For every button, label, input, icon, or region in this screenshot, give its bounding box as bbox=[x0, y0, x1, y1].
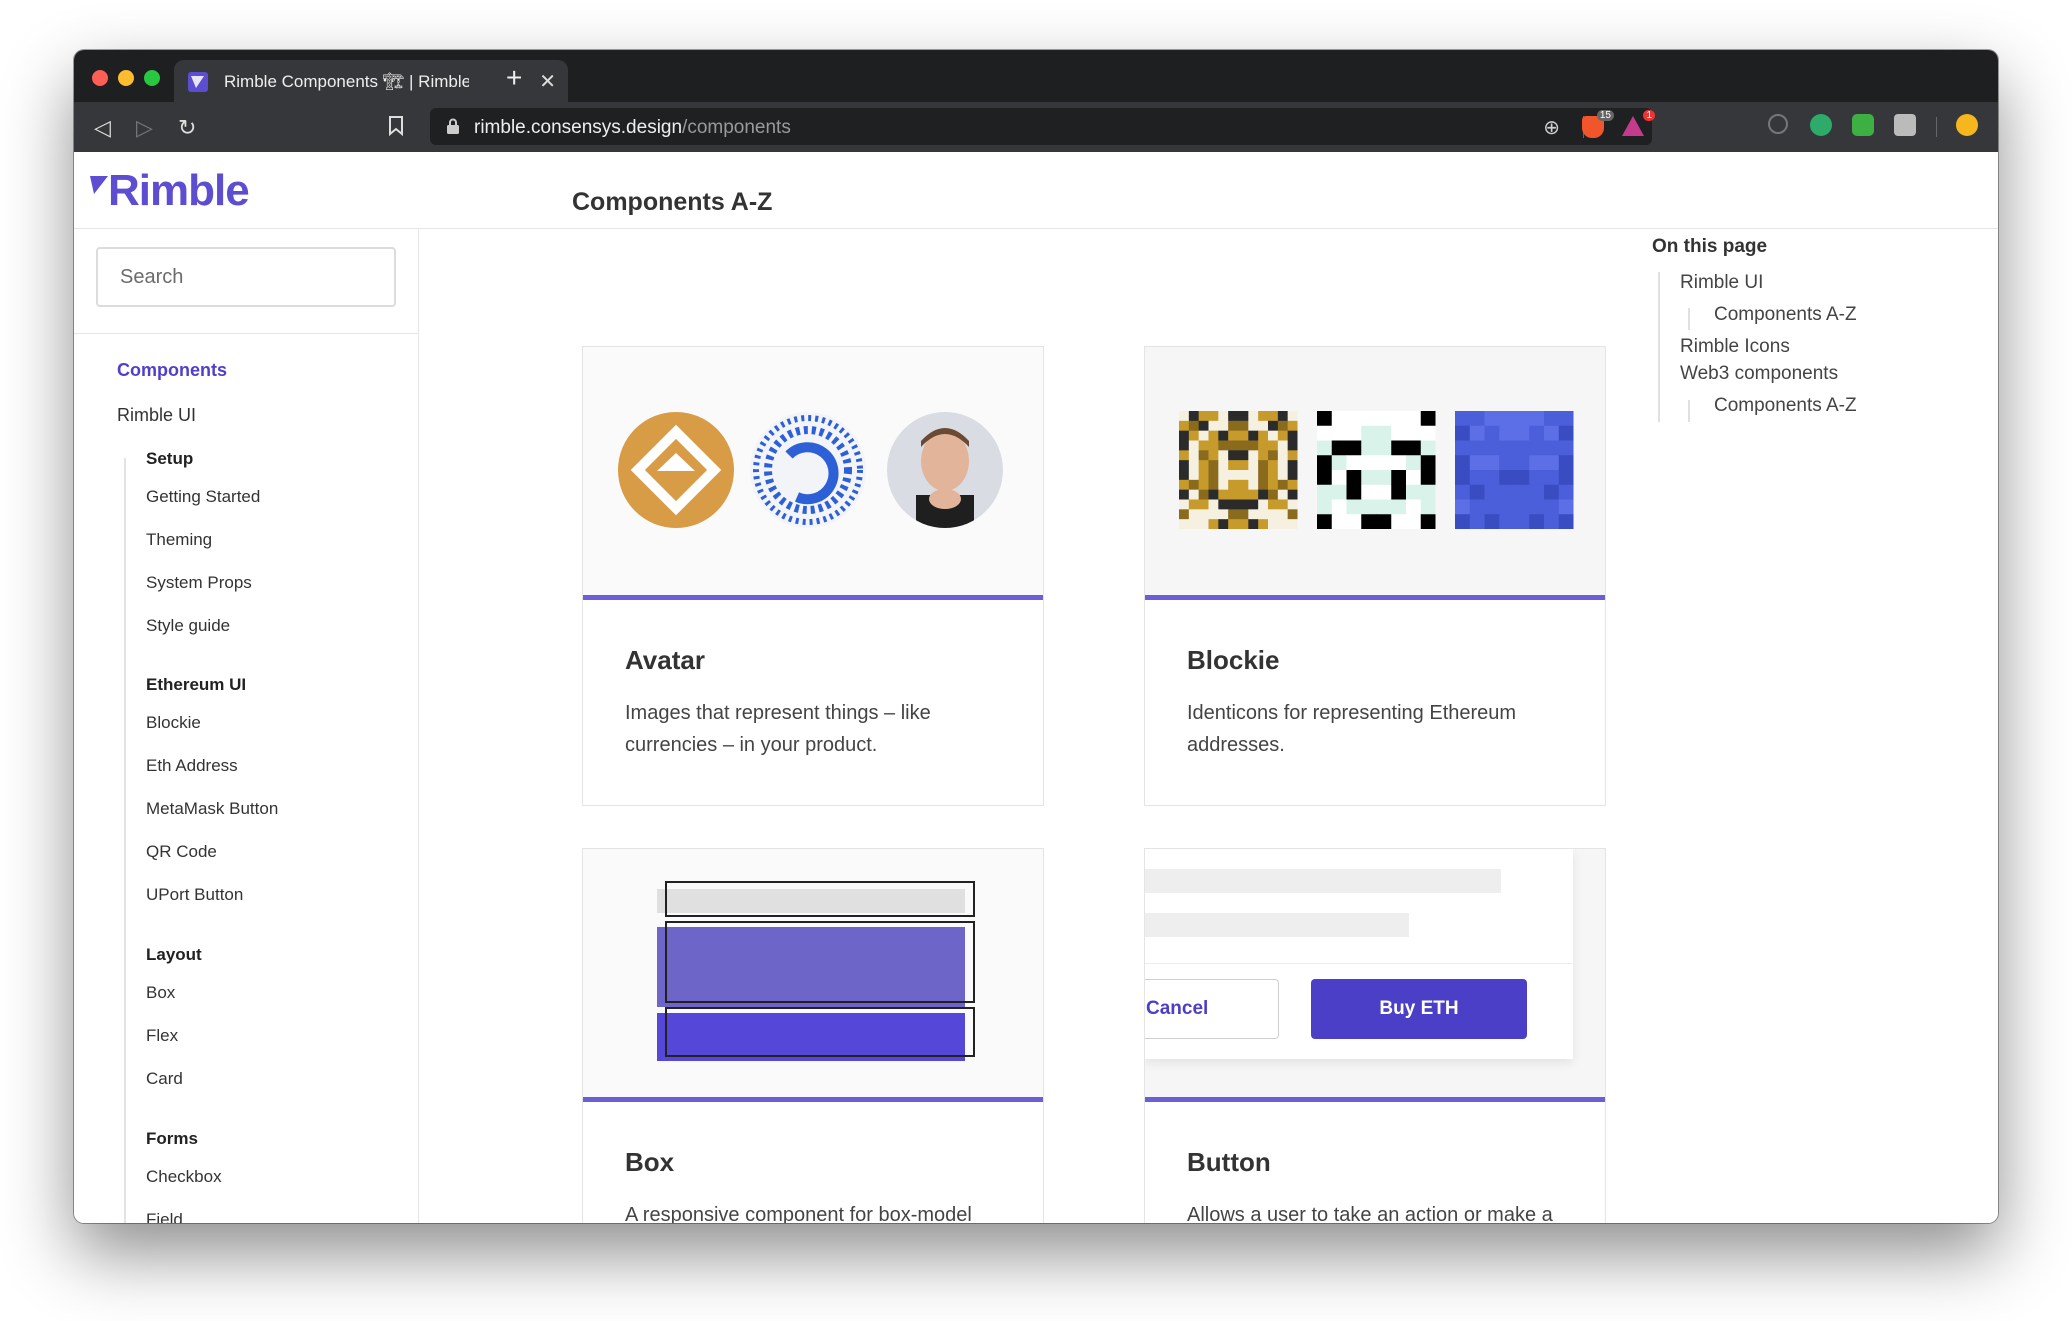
toc-rule bbox=[1658, 272, 1660, 422]
add-bookmark-icon[interactable]: ⊕ bbox=[1543, 115, 1560, 140]
tab-bar: Rimble Components 🏗 | Rimble ✕ + bbox=[74, 50, 1998, 102]
bookmark-icon[interactable] bbox=[388, 116, 404, 136]
sidebar-item-components[interactable]: Components bbox=[117, 360, 227, 381]
search-box[interactable] bbox=[96, 247, 396, 307]
rimble-logo[interactable]: Rimble bbox=[90, 166, 250, 216]
sidebar-item-eth-address[interactable]: Eth Address bbox=[146, 756, 238, 776]
close-tab-icon[interactable]: ✕ bbox=[539, 69, 556, 94]
cancel-button[interactable]: Cancel bbox=[1145, 979, 1279, 1039]
profile-avatar-icon[interactable] bbox=[1956, 114, 1978, 136]
brave-rewards-icon[interactable]: 1 bbox=[1622, 110, 1655, 136]
sidebar-item-blockie[interactable]: Blockie bbox=[146, 713, 201, 733]
button-preview: Cancel Buy ETH bbox=[1145, 849, 1605, 1102]
extension-dollar-icon[interactable] bbox=[1852, 114, 1874, 136]
extension-green-icon[interactable] bbox=[1810, 114, 1832, 136]
avatar-preview bbox=[583, 347, 1043, 600]
sidebar-item-qr-code[interactable]: QR Code bbox=[146, 842, 217, 862]
blockie-preview bbox=[1145, 347, 1605, 600]
toc-item-web3-components[interactable]: Web3 components bbox=[1680, 363, 1838, 385]
sidebar-heading-ethereum-ui: Ethereum UI bbox=[146, 675, 247, 694]
sidebar-item-flex[interactable]: Flex bbox=[146, 1026, 178, 1046]
browser-toolbar: ◁ ▷ ↻ rimble.consensys.design/components… bbox=[74, 102, 1998, 152]
component-card-avatar[interactable]: Avatar Images that represent things – li… bbox=[582, 346, 1044, 806]
card-title: Blockie bbox=[1187, 645, 1280, 675]
sidebar-divider bbox=[74, 333, 418, 334]
extension-info-icon[interactable] bbox=[1768, 114, 1788, 134]
avatar-spiral-icon bbox=[750, 412, 866, 528]
toc-title: On this page bbox=[1652, 236, 1768, 257]
logo-mark-icon bbox=[90, 176, 108, 194]
close-window-button[interactable] bbox=[92, 70, 108, 86]
forward-icon[interactable]: ▷ bbox=[136, 115, 153, 141]
placeholder-line bbox=[1145, 869, 1501, 893]
toc-rule bbox=[1688, 400, 1690, 422]
lock-icon bbox=[447, 118, 459, 134]
reload-icon[interactable]: ↻ bbox=[178, 115, 196, 141]
toc-item-components-a-z[interactable]: Components A-Z bbox=[1714, 304, 1857, 326]
sidebar-heading-forms: Forms bbox=[146, 1129, 198, 1148]
sidebar-item-checkbox[interactable]: Checkbox bbox=[146, 1167, 222, 1187]
box-outline bbox=[665, 1007, 975, 1057]
component-card-blockie[interactable]: Blockie Identicons for representing Ethe… bbox=[1144, 346, 1606, 806]
toc-item-rimble-icons[interactable]: Rimble Icons bbox=[1680, 336, 1790, 358]
blockie-icons bbox=[1179, 411, 1574, 529]
sidebar-item-field[interactable]: Field bbox=[146, 1210, 183, 1223]
sidebar-tree-line bbox=[124, 458, 126, 1223]
tab-title: Rimble Components 🏗 | Rimble bbox=[224, 72, 469, 91]
card-description: Images that represent things – like curr… bbox=[625, 702, 931, 756]
sidebar: Components Rimble UI Setup Getting Start… bbox=[74, 229, 419, 1223]
rimble-favicon-icon bbox=[188, 72, 208, 92]
box-outline bbox=[665, 921, 975, 1003]
toc-item-components-a-z-2[interactable]: Components A-Z bbox=[1714, 395, 1857, 417]
sidebar-item-system-props[interactable]: System Props bbox=[146, 573, 252, 593]
placeholder-line bbox=[1145, 913, 1409, 937]
search-input[interactable] bbox=[118, 249, 382, 305]
page-title: Components A-Z bbox=[572, 188, 773, 216]
url-text: rimble.consensys.design/components bbox=[474, 117, 791, 138]
new-tab-icon[interactable]: + bbox=[506, 62, 522, 94]
minimize-window-button[interactable] bbox=[118, 70, 134, 86]
sidebar-heading-layout: Layout bbox=[146, 945, 202, 964]
toc-rule bbox=[1688, 308, 1690, 330]
toc-item-rimble-ui[interactable]: Rimble UI bbox=[1680, 272, 1763, 294]
sidebar-item-uport-button[interactable]: UPort Button bbox=[146, 885, 243, 905]
camera-icon[interactable] bbox=[1894, 114, 1916, 136]
avatar-person-icon bbox=[887, 412, 1003, 528]
sidebar-item-style-guide[interactable]: Style guide bbox=[146, 616, 230, 636]
site-header: Rimble bbox=[74, 152, 1998, 229]
buy-eth-button[interactable]: Buy ETH bbox=[1311, 979, 1527, 1039]
sidebar-item-rimble-ui[interactable]: Rimble UI bbox=[117, 405, 196, 426]
button-preview-panel: Cancel Buy ETH bbox=[1145, 849, 1573, 1059]
sidebar-item-theming[interactable]: Theming bbox=[146, 530, 212, 550]
card-description: A responsive component for box-model bbox=[625, 1204, 972, 1223]
browser-window: Rimble Components 🏗 | Rimble ✕ + ◁ ▷ ↻ r… bbox=[74, 50, 1998, 1223]
card-title: Avatar bbox=[625, 645, 705, 675]
card-description: Allows a user to take an action or make … bbox=[1187, 1204, 1553, 1223]
component-card-button[interactable]: Cancel Buy ETH Button Allows a user to t… bbox=[1144, 848, 1606, 1223]
card-description: Identicons for representing Ethereum add… bbox=[1187, 702, 1517, 756]
address-bar[interactable]: rimble.consensys.design/components ⊕ 15 … bbox=[430, 108, 1655, 145]
sidebar-item-getting-started[interactable]: Getting Started bbox=[146, 487, 260, 507]
box-preview bbox=[583, 849, 1043, 1102]
sidebar-item-box[interactable]: Box bbox=[146, 983, 175, 1003]
card-title: Box bbox=[625, 1147, 675, 1177]
brave-shields-icon[interactable]: 15 bbox=[1582, 110, 1614, 138]
component-card-box[interactable]: Box A responsive component for box-model bbox=[582, 848, 1044, 1223]
card-title: Button bbox=[1187, 1147, 1271, 1177]
maximize-window-button[interactable] bbox=[144, 70, 160, 86]
sidebar-item-card[interactable]: Card bbox=[146, 1069, 183, 1089]
box-outline bbox=[665, 881, 975, 917]
back-icon[interactable]: ◁ bbox=[94, 115, 111, 141]
sidebar-item-metamask-button[interactable]: MetaMask Button bbox=[146, 799, 278, 819]
page: Rimble Components Rimble UI Setup Gettin… bbox=[74, 152, 1998, 1223]
avatar-token-icon bbox=[618, 412, 734, 528]
panel-divider bbox=[1145, 963, 1573, 964]
toolbar-divider bbox=[1936, 117, 1937, 137]
sidebar-heading-setup: Setup bbox=[146, 449, 194, 468]
